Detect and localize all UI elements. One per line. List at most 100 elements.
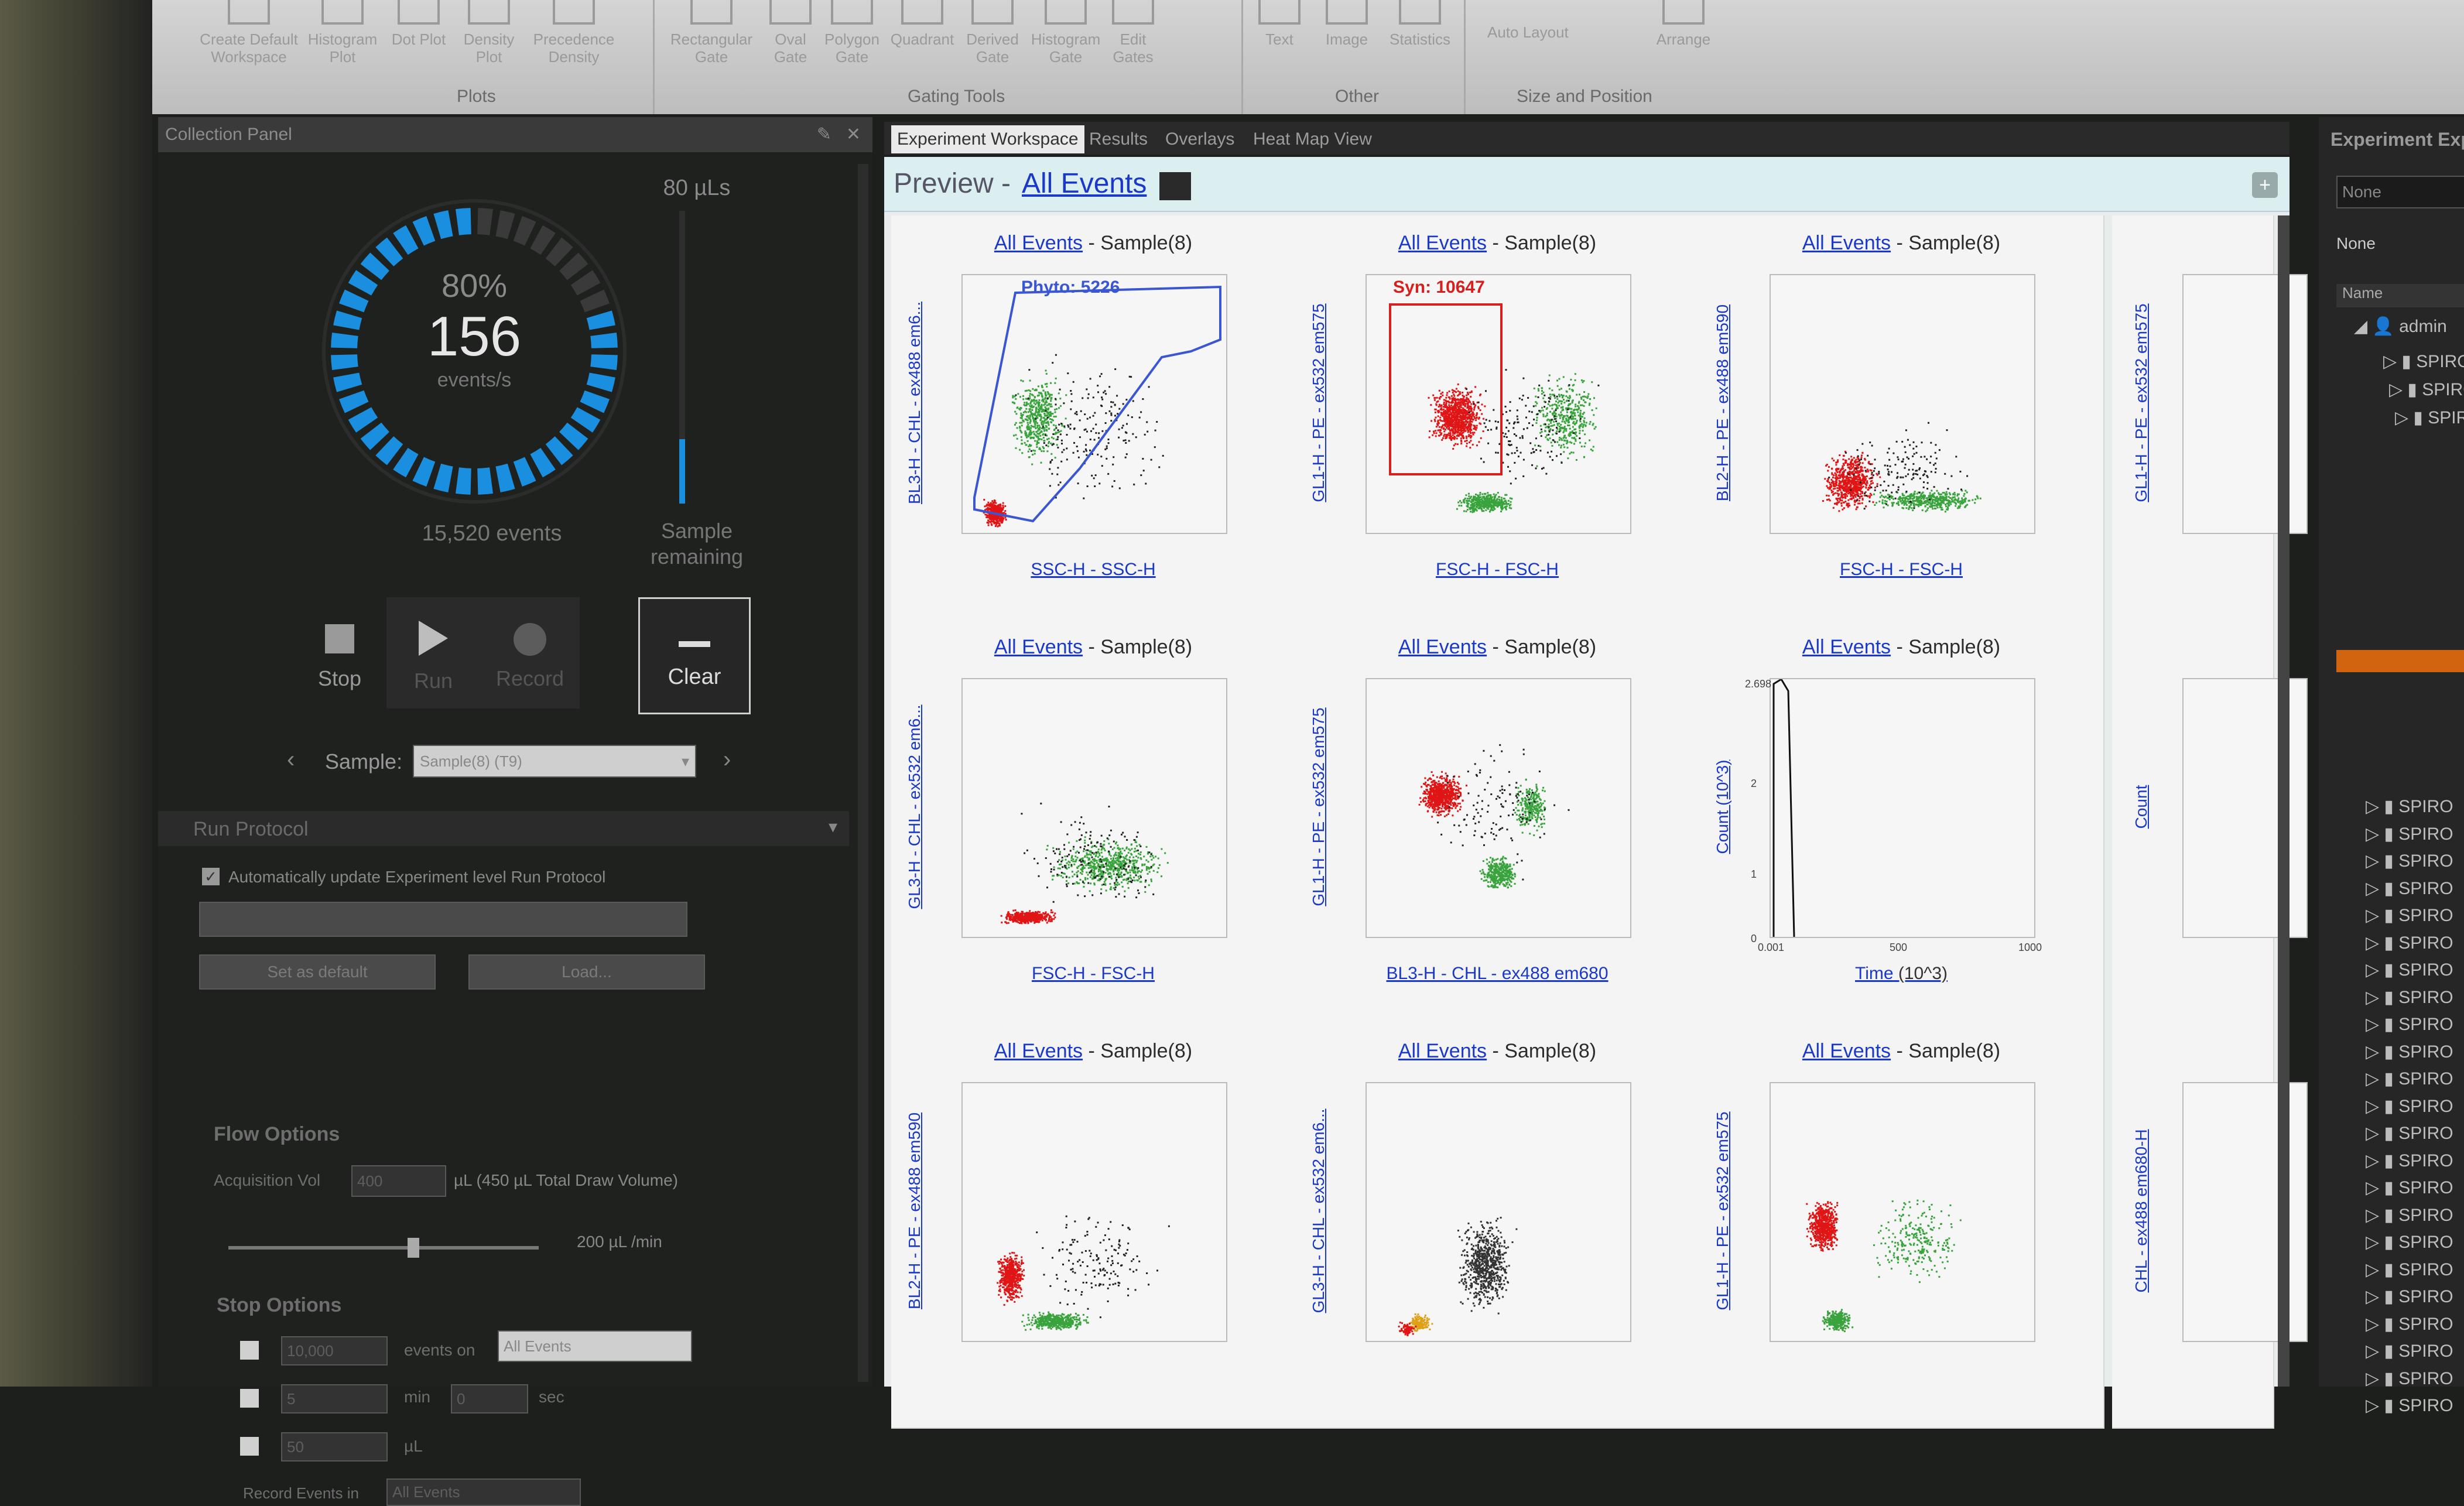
event-dot [1549, 456, 1551, 458]
stop-gate-select[interactable]: All Events [498, 1330, 692, 1362]
ribbon-polygon-gate[interactable]: Polygon Gate [820, 0, 884, 66]
plot-area[interactable]: Phyto: 5226 [961, 274, 1227, 534]
event-dot [1832, 481, 1835, 483]
ribbon-histogram-gate[interactable]: Histogram Gate [1031, 0, 1101, 66]
run-button[interactable]: Run [386, 597, 480, 708]
plot-gate-link[interactable]: All Events [1802, 232, 1891, 254]
tab-overlays[interactable]: Overlays [1159, 125, 1240, 153]
event-dot [1440, 426, 1443, 428]
ribbon-statistics[interactable]: Statistics [1382, 0, 1458, 48]
y-axis-label[interactable]: GL3-H - CHL - ex532 em6... [897, 678, 932, 936]
stop-volume-input[interactable]: 50 [281, 1432, 388, 1461]
auto-update-checkbox[interactable]: ✓ [202, 868, 220, 885]
plot-area[interactable] [961, 678, 1227, 938]
load-button[interactable]: Load... [468, 954, 705, 990]
stop-button[interactable]: Stop [293, 597, 386, 708]
flow-rate-slider[interactable] [228, 1238, 539, 1258]
stop-time-checkbox[interactable] [240, 1389, 259, 1408]
ribbon-precedence-density[interactable]: Precedence Density [527, 0, 621, 66]
x-axis-label[interactable]: FSC-H - FSC-H [1699, 560, 2103, 580]
polygon-gate[interactable] [973, 285, 1221, 523]
prev-sample-icon[interactable]: ‹ [287, 747, 295, 773]
ribbon-arrange[interactable]: Arrange [1645, 0, 1722, 48]
event-dot [1455, 408, 1457, 410]
stop-events-input[interactable]: 10,000 [281, 1336, 388, 1365]
event-dot [1961, 497, 1963, 499]
ribbon-quadrant[interactable]: Quadrant [887, 0, 957, 48]
sample-select[interactable]: Sample(8) (T9) ▾ [413, 745, 696, 778]
plot-gate-link[interactable]: All Events [1398, 232, 1487, 254]
event-dot [1011, 918, 1014, 920]
ribbon-derived-gate[interactable]: Derived Gate [960, 0, 1025, 66]
slider-thumb[interactable] [408, 1238, 419, 1258]
event-dot [1024, 418, 1026, 420]
ribbon-create-workspace[interactable]: Create Default Workspace [199, 0, 299, 66]
preview-gate-link[interactable]: All Events [1022, 167, 1147, 200]
preview-color-swatch[interactable] [1159, 172, 1191, 200]
next-sample-icon[interactable]: › [723, 747, 731, 773]
stop-min-input[interactable]: 5 [281, 1384, 388, 1413]
add-plot-icon[interactable]: + [2252, 172, 2278, 198]
ribbon-image[interactable]: Image [1317, 0, 1376, 48]
stop-sec-input[interactable]: 0 [451, 1384, 528, 1413]
event-dot [1441, 439, 1443, 441]
event-dot [1444, 411, 1446, 413]
ribbon-oval-gate[interactable]: Oval Gate [767, 0, 814, 66]
event-dot [1568, 417, 1570, 420]
pin-icon[interactable]: ✎ [817, 117, 831, 152]
plot-area[interactable] [1770, 274, 2035, 534]
y-axis-label[interactable]: GL1-H - PE - ex532 em575 [1301, 274, 1336, 532]
plot-gate-link[interactable]: All Events [994, 636, 1083, 658]
protocol-select[interactable] [199, 902, 687, 937]
x-axis-label[interactable]: SSC-H - SSC-H [891, 560, 1295, 580]
event-dot [1548, 388, 1551, 389]
event-dot [1466, 418, 1469, 420]
ribbon-edit-gates[interactable]: Edit Gates [1107, 0, 1159, 66]
event-dot [1024, 920, 1026, 922]
acq-vol-input[interactable]: 400 [351, 1165, 446, 1197]
gate-label[interactable]: Phyto: 5226 [1021, 278, 1120, 297]
stop-events-checkbox[interactable] [240, 1341, 259, 1360]
event-dot [1885, 501, 1888, 502]
x-axis-label[interactable]: FSC-H - FSC-H [1295, 560, 1699, 580]
ribbon-dot-plot[interactable]: Dot Plot [386, 0, 451, 48]
clear-button[interactable]: Clear [638, 597, 751, 714]
event-dot [1111, 848, 1114, 850]
ribbon-text[interactable]: Text [1253, 0, 1306, 48]
rectangle-gate[interactable] [1389, 303, 1503, 475]
gate-label[interactable]: Syn: 10647 [1393, 278, 1485, 297]
event-dot [1855, 508, 1857, 511]
record-gate-select[interactable]: All Events [386, 1478, 581, 1506]
dot-plot[interactable]: All Events - Sample(8) GL3-H - CHL - ex53… [891, 619, 1296, 1025]
event-dot [1504, 405, 1507, 408]
ribbon-density-plot[interactable]: Density Plot [457, 0, 521, 66]
y-axis-label[interactable]: BL3-H - CHL - ex488 em6... [897, 274, 932, 532]
event-dot [1836, 461, 1838, 464]
dot-plot[interactable]: All Events - Sample(8) GL1-H - PE - ex532… [1295, 215, 1700, 621]
plot-area[interactable]: Syn: 10647 [1366, 274, 1631, 534]
event-dot [993, 501, 995, 504]
ribbon-rectangular-gate[interactable]: Rectangular Gate [662, 0, 761, 66]
event-dot [1839, 499, 1842, 502]
y-axis-label[interactable]: BL2-H - PE - ex488 em590 [1705, 274, 1740, 532]
event-dot [1442, 394, 1444, 396]
event-dot [1840, 502, 1843, 504]
x-axis-label[interactable]: FSC-H - FSC-H [891, 964, 1295, 984]
panel-scrollbar[interactable] [858, 164, 868, 1382]
event-dot [1930, 441, 1932, 444]
ribbon-auto-layout[interactable]: Auto Layout [1487, 23, 1604, 41]
set-default-button[interactable]: Set as default [199, 954, 436, 990]
dot-plot[interactable]: All Events - Sample(8) BL3-H - CHL - ex48… [891, 215, 1296, 621]
tab-heat-map-view[interactable]: Heat Map View [1247, 125, 1378, 153]
event-dot [1853, 470, 1855, 472]
tab-results[interactable]: Results [1083, 125, 1154, 153]
record-button[interactable]: Record [480, 597, 580, 708]
gauge-segment [495, 463, 515, 492]
plot-gate-link[interactable]: All Events [994, 232, 1083, 254]
dot-plot[interactable]: All Events - Sample(8) BL2-H - PE - ex488… [1699, 215, 2104, 621]
ribbon-histogram-plot[interactable]: Histogram Plot [307, 0, 378, 66]
close-icon[interactable]: ✕ [846, 117, 861, 152]
run-protocol-header[interactable]: Run Protocol ▾ [158, 811, 849, 846]
tab-experiment-workspace[interactable]: Experiment Workspace [891, 125, 1084, 153]
stop-volume-checkbox[interactable] [240, 1437, 259, 1456]
